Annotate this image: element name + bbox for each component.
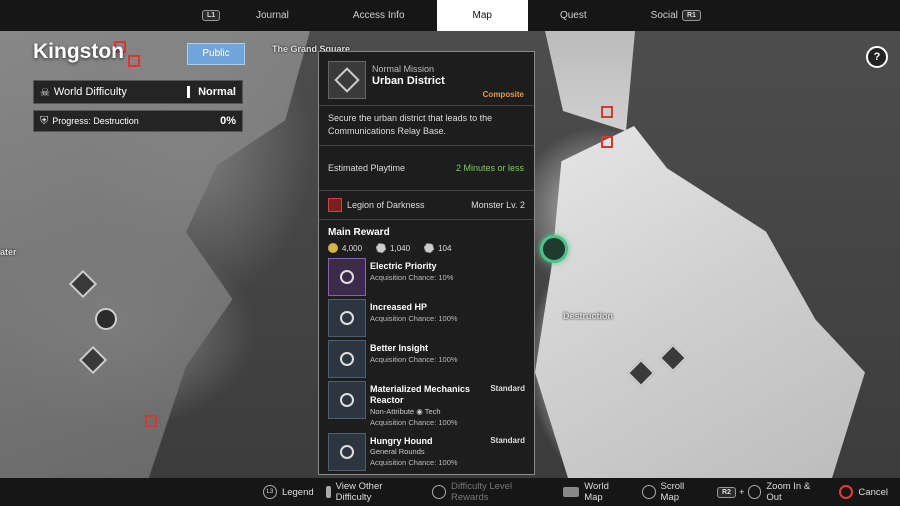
- playtime-row: Estimated Playtime 2 Minutes or less: [319, 146, 534, 191]
- l3-button-icon: L3: [262, 485, 277, 499]
- reward-name: Electric Priority: [370, 261, 437, 271]
- gold-reward: 4,000: [328, 243, 362, 253]
- reward-item[interactable]: Better Insight Acquisition Chance: 100%: [328, 340, 534, 381]
- map-landmass-north: [545, 31, 635, 131]
- weapon-icon: [328, 433, 366, 471]
- left-stick-icon: [641, 485, 656, 499]
- reward-attributes: Non-Attribute ◉ Tech: [370, 407, 441, 416]
- skull-icon: ☠: [40, 86, 50, 99]
- world-difficulty-row[interactable]: ☠ World Difficulty Normal: [33, 80, 243, 104]
- mission-tag: Composite: [482, 90, 524, 99]
- reward-item[interactable]: Materialized Mechanics Reactor Standard …: [328, 381, 534, 433]
- zoom-control[interactable]: R2 + Zoom In & Out: [716, 481, 827, 503]
- region-title: Kingston: [33, 40, 124, 63]
- zoom-label: Zoom In & Out: [766, 481, 811, 503]
- difficulty-rewards-label: Difficulty Level Rewards: [451, 481, 513, 503]
- reward-name: Better Insight: [370, 343, 429, 353]
- reward-chance: Acquisition Chance: 10%: [370, 273, 454, 282]
- reward-ammo-type: General Rounds: [370, 447, 425, 456]
- reward-grade: Standard: [490, 436, 525, 445]
- enemy-faction: Legion of Darkness: [347, 200, 425, 210]
- tab-journal[interactable]: Journal: [224, 0, 321, 31]
- playtime-label: Estimated Playtime: [328, 163, 406, 173]
- reward-chance: Acquisition Chance: 100%: [370, 355, 458, 364]
- mission-name: Urban District: [372, 75, 445, 87]
- mission-type: Normal Mission: [372, 64, 435, 74]
- playtime-value: 2 Minutes or less: [455, 162, 525, 173]
- world-map-label: World Map: [584, 481, 609, 503]
- reward-item[interactable]: Hungry Hound Standard General Rounds Acq…: [328, 433, 534, 473]
- mission-target-icon[interactable]: [540, 235, 568, 263]
- progress-value: 0%: [220, 115, 236, 127]
- reward-chance: Acquisition Chance: 100%: [370, 418, 458, 427]
- reward-chance: Acquisition Chance: 100%: [370, 458, 458, 467]
- view-other-difficulty-control[interactable]: View Other Difficulty: [325, 481, 420, 503]
- map-label-water: ater: [0, 247, 17, 257]
- world-difficulty-value: Normal: [198, 86, 236, 98]
- mastery-reward: 104: [424, 243, 451, 253]
- r2-button-icon: R2: [716, 486, 736, 498]
- scroll-map-control[interactable]: Scroll Map: [641, 481, 705, 503]
- plus-icon: +: [738, 486, 745, 498]
- bottom-controls-bar: L3 Legend View Other Difficulty Difficul…: [0, 478, 900, 506]
- mission-header: Normal Mission Urban District Composite: [319, 52, 534, 106]
- world-map-control[interactable]: World Map: [563, 481, 629, 503]
- circle-button-icon: [839, 485, 854, 499]
- module-icon: [328, 258, 366, 296]
- help-button[interactable]: ?: [866, 46, 888, 68]
- reward-grade: Standard: [490, 384, 525, 393]
- touchpad-icon: [325, 486, 331, 498]
- reward-name: Hungry Hound: [370, 436, 433, 446]
- reward-item[interactable]: Electric Priority Acquisition Chance: 10…: [328, 258, 534, 299]
- shield-icon: ⛨: [40, 114, 49, 127]
- tab-bar: Journal Access Info Map Quest Social: [200, 0, 710, 31]
- cancel-control[interactable]: Cancel: [839, 485, 888, 499]
- mission-type-icon: [328, 61, 366, 99]
- module-icon: [328, 299, 366, 337]
- map-pin-icon: [128, 55, 140, 67]
- gold-coin-icon: [328, 243, 338, 253]
- map-vault-icon[interactable]: [95, 308, 117, 330]
- right-stick-icon: [747, 485, 762, 499]
- public-button[interactable]: Public: [187, 43, 245, 65]
- tab-quest[interactable]: Quest: [528, 0, 619, 31]
- map-pin-icon: [145, 415, 157, 427]
- map-pin-icon: [601, 106, 613, 118]
- circle-button-icon: [432, 485, 446, 499]
- reward-chance: Acquisition Chance: 100%: [370, 314, 458, 323]
- touchpad-icon: [563, 487, 580, 497]
- scroll-map-label: Scroll Map: [660, 481, 685, 503]
- enemy-row: Legion of Darkness Monster Lv. 2: [319, 191, 534, 220]
- difficulty-rewards-control[interactable]: Difficulty Level Rewards: [432, 481, 551, 503]
- reactor-icon: [328, 381, 366, 419]
- gear-icon: [376, 243, 387, 253]
- gear-icon: [424, 243, 435, 253]
- view-other-difficulty-label: View Other Difficulty: [335, 481, 383, 503]
- mission-detail-panel: Normal Mission Urban District Composite …: [318, 51, 535, 475]
- map-pin-icon: [601, 136, 613, 148]
- map-landmass-east: [535, 126, 865, 478]
- map-label-destruction: Destruction: [563, 311, 614, 321]
- mission-description: Secure the urban district that leads to …: [319, 106, 534, 146]
- legend-label: Legend: [281, 486, 314, 498]
- reward-item[interactable]: Increased HP Acquisition Chance: 100%: [328, 299, 534, 340]
- tab-map[interactable]: Map: [436, 0, 528, 31]
- progress-label: Progress: Destruction: [52, 116, 139, 126]
- reward-name: Materialized Mechanics Reactor: [370, 384, 471, 405]
- progress-row: ⛨ Progress: Destruction 0%: [33, 110, 243, 132]
- r1-button-icon[interactable]: R1: [682, 10, 701, 21]
- legend-control[interactable]: L3 Legend: [262, 485, 314, 499]
- difficulty-marker-icon: [187, 86, 191, 98]
- module-icon: [328, 340, 366, 378]
- faction-icon: [328, 198, 342, 212]
- cancel-label: Cancel: [858, 486, 888, 498]
- monster-level: Monster Lv. 2: [471, 200, 525, 210]
- currency-rewards: 4,000 1,040 104: [319, 238, 534, 258]
- reward-name: Increased HP: [370, 302, 428, 312]
- main-reward-heading: Main Reward: [328, 227, 390, 238]
- top-navigation: L1 Journal Access Info Map Quest Social …: [0, 0, 900, 31]
- exp-reward: 1,040: [376, 243, 410, 253]
- tab-access-info[interactable]: Access Info: [321, 0, 437, 31]
- world-difficulty-label: World Difficulty: [53, 86, 127, 98]
